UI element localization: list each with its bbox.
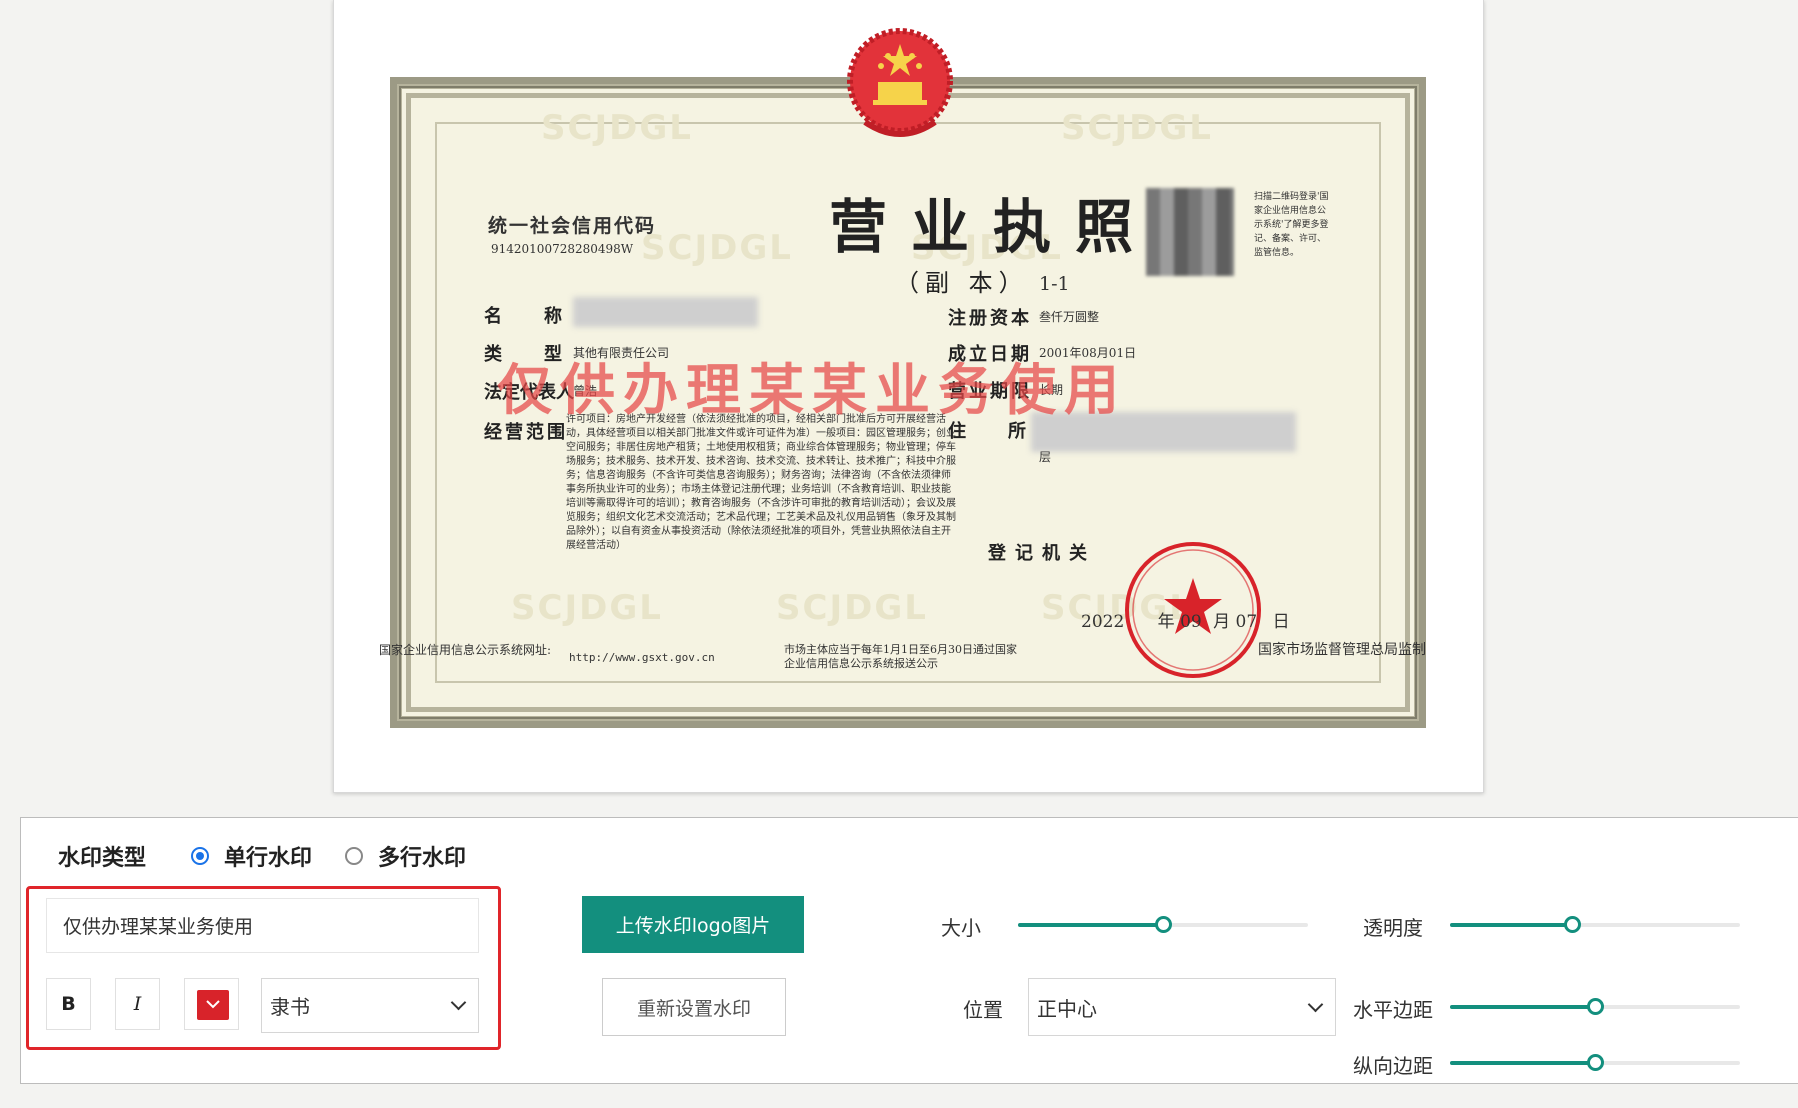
opacity-slider-fill [1450, 923, 1572, 927]
name-label: 名 称 [484, 306, 564, 327]
certificate-copy-label: （副 本） [895, 269, 1029, 297]
name-value-blurred [573, 297, 758, 327]
opacity-label: 透明度 [1363, 916, 1423, 940]
opacity-slider[interactable] [1450, 916, 1740, 933]
radio-single-line-label[interactable]: 单行水印 [224, 840, 312, 872]
date-year: 2022 [1081, 612, 1125, 632]
horizontal-margin-label: 水平边距 [1353, 998, 1433, 1022]
reset-watermark-button[interactable]: 重新设置水印 [602, 978, 786, 1036]
size-label: 大小 [941, 916, 981, 940]
opacity-slider-thumb[interactable] [1563, 916, 1581, 933]
national-emblem-icon [847, 28, 953, 137]
credit-code: 91420100728280498W [491, 242, 634, 256]
certificate-copy-number: 1-1 [1039, 273, 1070, 295]
qr-note: 扫描二维码登录'国家企业信用信息公示系统'了解更多登记、备案、许可、监管信息。 [1254, 192, 1329, 258]
radio-multi-line[interactable] [345, 847, 363, 865]
certificate-frame: SCJDGL SCJDGL SCJDGL SCJDGL SCJDGL SCJDG… [390, 77, 1426, 728]
horizontal-margin-slider[interactable] [1450, 998, 1740, 1015]
scope-value: 许可项目：房地产开发经营（依法须经批准的项目，经相关部门批准后方可开展经营活动，… [566, 414, 956, 551]
vertical-margin-slider-thumb[interactable] [1587, 1054, 1604, 1071]
chevron-down-icon [450, 994, 467, 1011]
position-label: 位置 [963, 998, 1003, 1022]
footer-notice: 市场主体应当于每年1月1日至6月30日通过国家企业信用信息公示系统报送公示 [784, 643, 1017, 670]
date-month: 09 [1180, 612, 1202, 632]
italic-button[interactable]: I [115, 978, 160, 1030]
chevron-down-icon [206, 1000, 220, 1009]
issue-date: 2022 年 09 月 07 日 [1081, 607, 1290, 632]
horizontal-margin-slider-thumb[interactable] [1587, 998, 1604, 1015]
watermark-text-input[interactable] [46, 898, 479, 953]
radio-single-line[interactable] [191, 847, 209, 865]
font-family-select[interactable]: 隶书 [261, 978, 479, 1033]
position-value: 正中心 [1037, 996, 1097, 1021]
registration-authority-label: 登记机关 [988, 543, 1096, 564]
radio-multi-line-label[interactable]: 多行水印 [378, 840, 466, 872]
background-mark: SCJDGL [541, 108, 693, 148]
size-slider[interactable] [1018, 916, 1308, 933]
preview-paper: SCJDGL SCJDGL SCJDGL SCJDGL SCJDGL SCJDG… [333, 0, 1484, 793]
position-select[interactable]: 正中心 [1028, 978, 1336, 1036]
address-suffix: 层 [1039, 450, 1052, 464]
vertical-margin-label: 纵向边距 [1353, 1054, 1433, 1078]
chevron-down-icon [1307, 996, 1324, 1012]
bold-button[interactable]: B [46, 978, 91, 1030]
background-mark: SCJDGL [1061, 108, 1213, 148]
watermark-preview-text: 仅供办理某某业务使用 [497, 357, 1128, 422]
date-day: 07 [1235, 612, 1258, 632]
watermark-settings-panel: 水印类型 单行水印 多行水印 B I 隶书 上传水印logo图片 重新设置水印 … [20, 817, 1798, 1084]
date-year-unit: 年 [1157, 612, 1175, 632]
capital-label: 注册资本 [948, 308, 1032, 329]
certificate-title: 营业执照 [829, 193, 1158, 261]
date-month-unit: 月 [1213, 612, 1231, 632]
background-mark: SCJDGL [641, 228, 793, 268]
upload-logo-button[interactable]: 上传水印logo图片 [582, 896, 804, 953]
date-day-unit: 日 [1272, 612, 1290, 632]
background-mark: SCJDGL [511, 588, 663, 628]
font-family-value: 隶书 [270, 995, 310, 1019]
vertical-margin-slider[interactable] [1450, 1054, 1740, 1071]
footer-site-label: 国家企业信用信息公示系统网址: [379, 643, 552, 657]
vertical-margin-slider-fill [1450, 1061, 1595, 1065]
watermark-type-label: 水印类型 [58, 846, 147, 871]
certificate-border: SCJDGL SCJDGL SCJDGL SCJDGL SCJDGL SCJDG… [397, 84, 1419, 721]
font-color-swatch [197, 990, 229, 1020]
size-slider-fill [1018, 923, 1163, 927]
horizontal-margin-slider-fill [1450, 1005, 1595, 1009]
qr-code-blurred [1146, 188, 1234, 276]
font-color-button[interactable] [184, 978, 239, 1030]
footer-supervisor: 国家市场监督管理总局监制 [1258, 642, 1426, 658]
size-slider-thumb[interactable] [1155, 916, 1172, 933]
footer-site-url: http://www.gsxt.gov.cn [569, 651, 715, 664]
capital-value: 叁仟万圆整 [1039, 310, 1100, 324]
background-mark: SCJDGL [776, 588, 928, 628]
credit-code-label: 统一社会信用代码 [488, 215, 657, 237]
